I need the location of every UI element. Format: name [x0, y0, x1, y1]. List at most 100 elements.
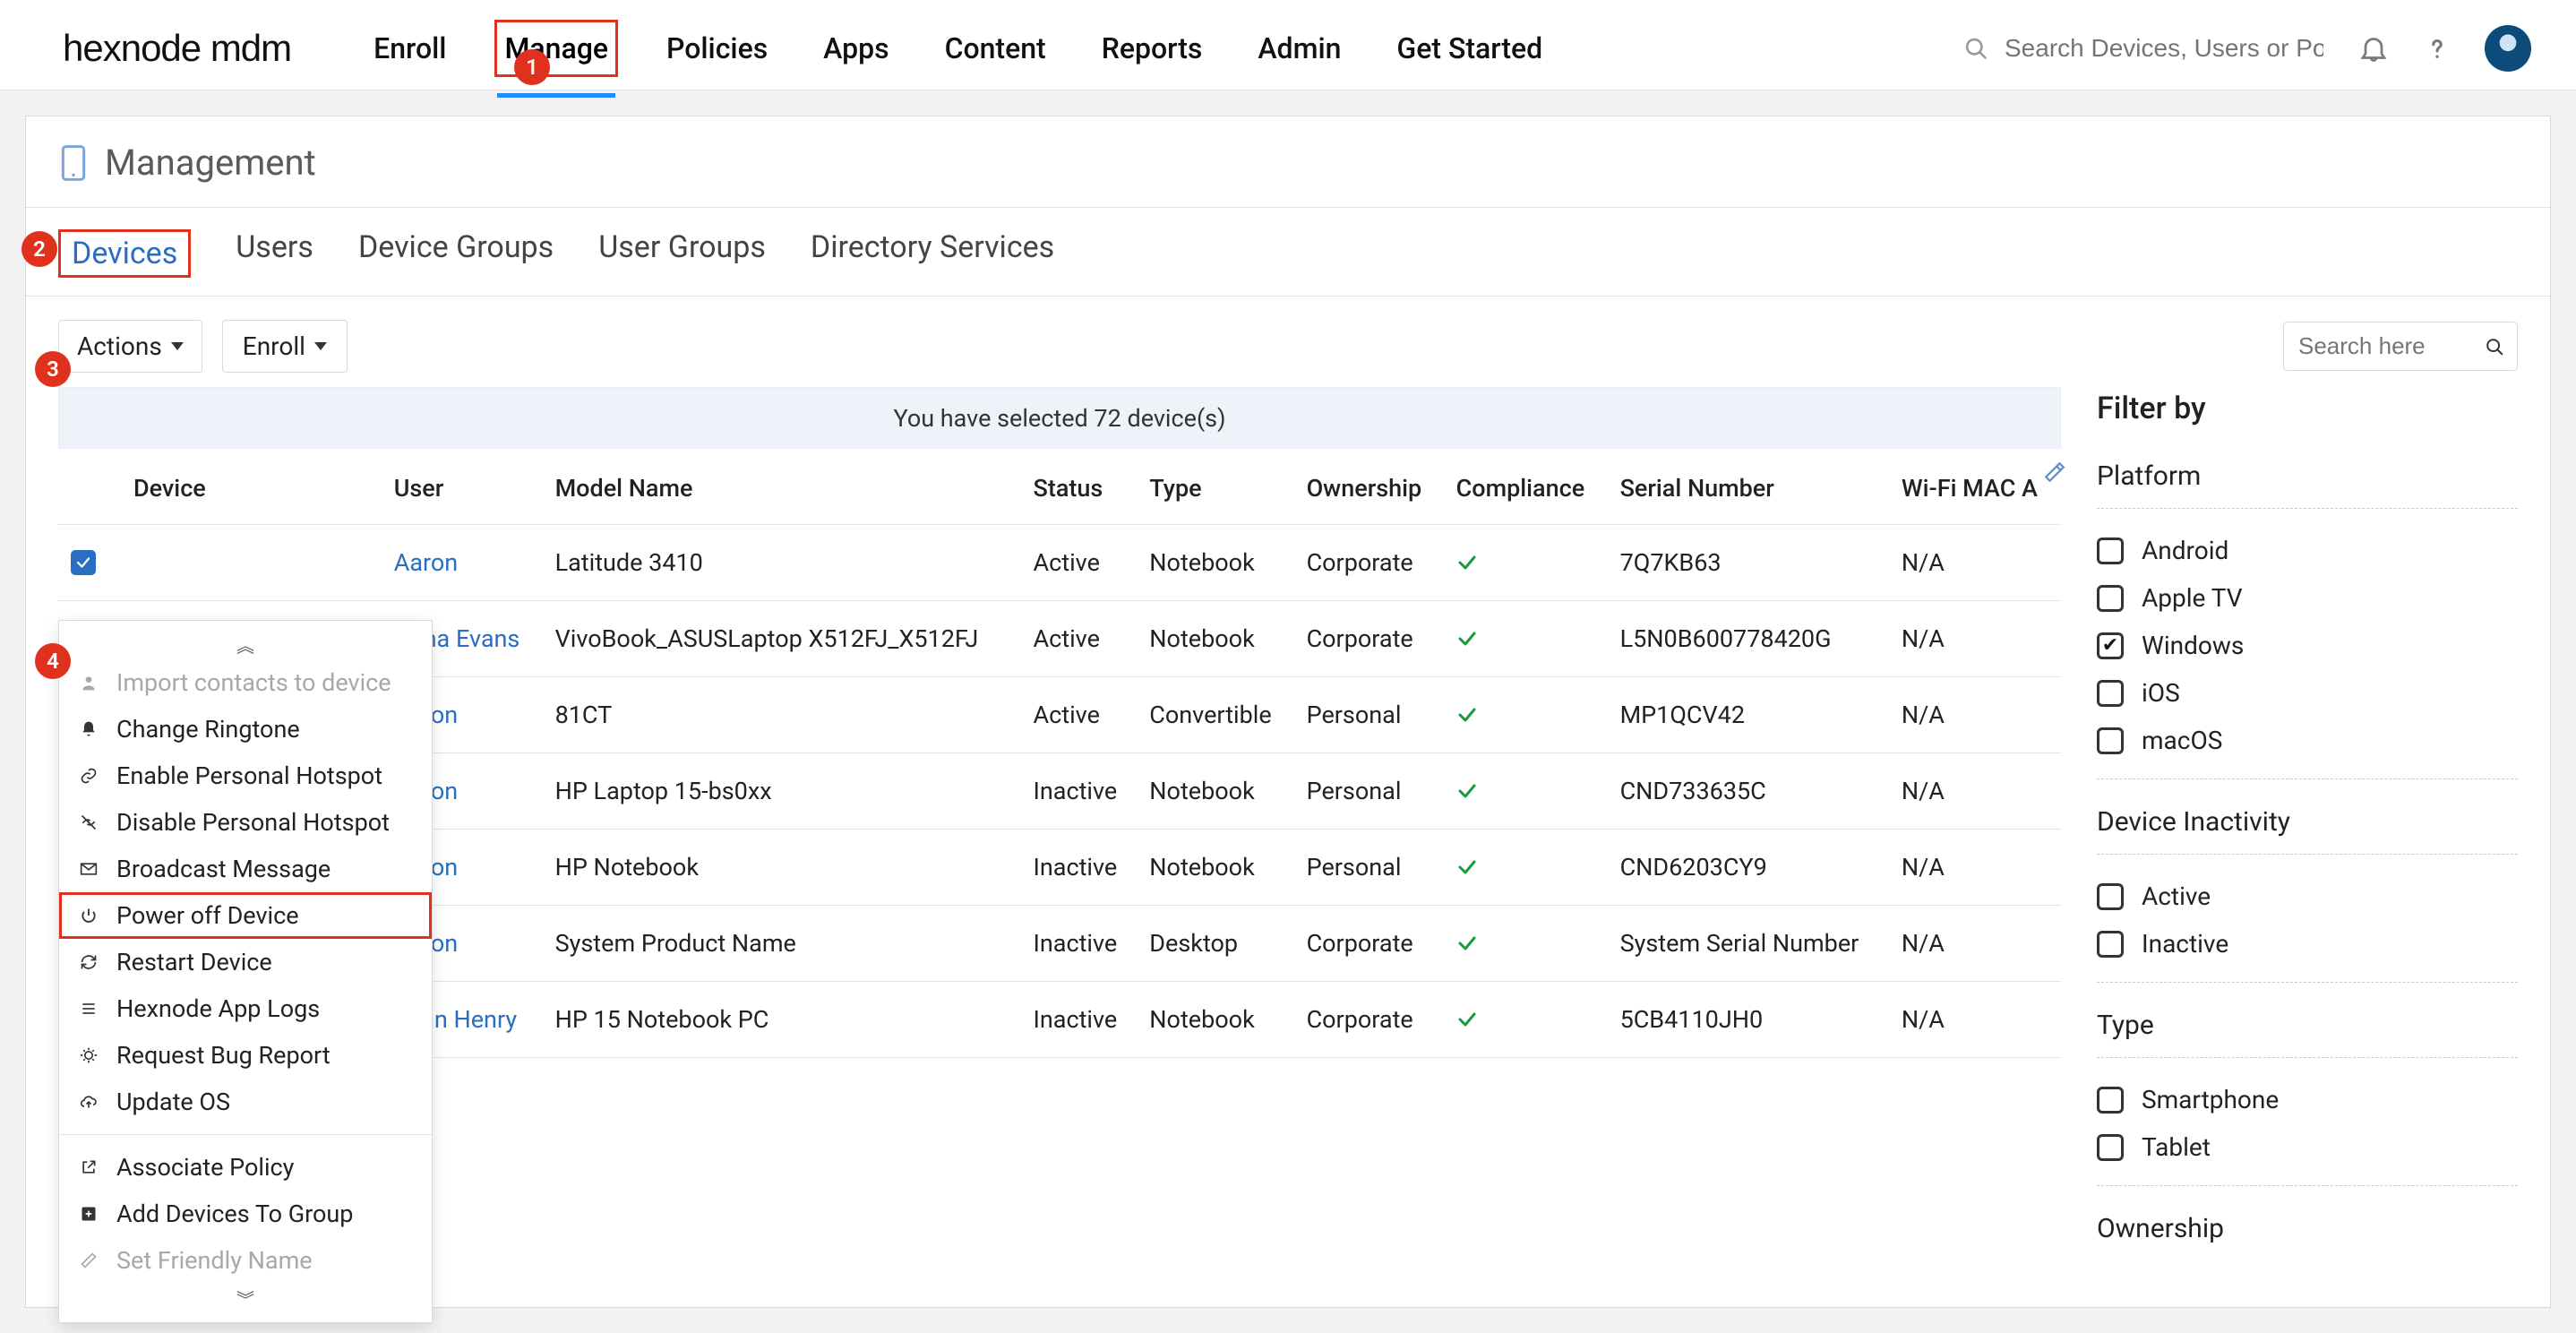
tab-user-groups[interactable]: User Groups: [598, 229, 766, 278]
model-cell: 81CT: [543, 677, 1021, 753]
checkbox-icon[interactable]: [2097, 1134, 2124, 1161]
model-cell: HP Notebook: [543, 830, 1021, 906]
col-Compliance: Compliance: [1444, 449, 1608, 525]
action-broadcast-message[interactable]: Broadcast Message: [59, 846, 432, 892]
status-cell: Inactive: [1021, 830, 1138, 906]
checkbox-icon[interactable]: [2097, 680, 2124, 707]
compliance-cell: [1444, 753, 1608, 830]
nav-enroll[interactable]: Enroll: [366, 22, 453, 74]
type-cell: Desktop: [1137, 906, 1293, 982]
action-enable-personal-hotspot[interactable]: Enable Personal Hotspot: [59, 752, 432, 799]
filter-option-inactive[interactable]: Inactive: [2097, 920, 2518, 968]
action-label: Set Friendly Name: [116, 1246, 414, 1275]
user-link[interactable]: Aaron: [394, 548, 459, 577]
filter-group-title: Ownership: [2097, 1213, 2518, 1244]
ownership-cell: Corporate: [1294, 601, 1444, 677]
scroll-down-icon[interactable]: ︾: [59, 1284, 432, 1313]
action-change-ringtone[interactable]: Change Ringtone: [59, 706, 432, 752]
table-search[interactable]: [2283, 322, 2518, 371]
status-cell: Active: [1021, 677, 1138, 753]
wifi-cell: N/A: [1889, 601, 2061, 677]
edit-columns-icon[interactable]: [2043, 460, 2066, 484]
nav-apps[interactable]: Apps: [816, 22, 896, 74]
table-search-input[interactable]: [2297, 331, 2476, 361]
filter-option-ios[interactable]: iOS: [2097, 669, 2518, 717]
filter-option-label: iOS: [2142, 678, 2180, 708]
actions-button-label: Actions: [77, 331, 162, 361]
action-hexnode-app-logs[interactable]: Hexnode App Logs: [59, 985, 432, 1032]
selection-banner: You have selected 72 device(s): [58, 387, 2061, 449]
filter-group-title: Device Inactivity: [2097, 806, 2518, 838]
serial-cell: 7Q7KB63: [1608, 525, 1889, 601]
callout-1: 1: [514, 49, 550, 85]
nav-get-started[interactable]: Get Started: [1389, 22, 1550, 74]
checkbox-icon[interactable]: [2097, 538, 2124, 564]
actions-button[interactable]: Actions: [58, 320, 202, 373]
action-label: Hexnode App Logs: [116, 994, 414, 1023]
action-associate-policy[interactable]: Associate Policy: [59, 1144, 432, 1191]
checkbox-icon[interactable]: [2097, 727, 2124, 754]
model-cell: Latitude 3410: [543, 525, 1021, 601]
tab-device-groups[interactable]: Device Groups: [358, 229, 554, 278]
plus-square-icon: [77, 1202, 100, 1226]
tab-users[interactable]: Users: [236, 229, 313, 278]
page-panel: 1 2 3 4 Management DevicesUsersDevice Gr…: [25, 116, 2551, 1308]
enroll-button[interactable]: Enroll: [222, 320, 348, 373]
filter-option-label: Android: [2142, 536, 2228, 565]
action-label: Restart Device: [116, 948, 414, 976]
filter-option-android[interactable]: Android: [2097, 527, 2518, 574]
col-Serial Number: Serial Number: [1608, 449, 1889, 525]
wifi-cell: N/A: [1889, 982, 2061, 1058]
global-search[interactable]: [1963, 33, 2325, 64]
filter-option-active[interactable]: Active: [2097, 873, 2518, 920]
checkbox-icon[interactable]: [2097, 931, 2124, 958]
nav-content[interactable]: Content: [938, 22, 1053, 74]
filter-option-label: macOS: [2142, 726, 2222, 755]
action-update-os[interactable]: Update OS: [59, 1079, 432, 1125]
checkbox-icon[interactable]: [2097, 883, 2124, 910]
action-label: Associate Policy: [116, 1153, 414, 1182]
checkbox-icon[interactable]: [2097, 585, 2124, 612]
action-label: Broadcast Message: [116, 855, 414, 883]
action-add-devices-to-group[interactable]: Add Devices To Group: [59, 1191, 432, 1237]
nav-admin[interactable]: Admin: [1250, 22, 1348, 74]
action-label: Update OS: [116, 1088, 414, 1116]
actions-dropdown: ︽ Import contacts to deviceChange Ringto…: [58, 620, 433, 1323]
table-row[interactable]: AaronLatitude 3410ActiveNotebookCorporat…: [58, 525, 2061, 601]
nav-reports[interactable]: Reports: [1095, 22, 1210, 74]
col-checkbox: [58, 449, 121, 525]
filter-option-tablet[interactable]: Tablet: [2097, 1123, 2518, 1171]
filter-option-label: Apple TV: [2142, 583, 2243, 613]
wifi-cell: N/A: [1889, 906, 2061, 982]
type-cell: Notebook: [1137, 753, 1293, 830]
action-disable-personal-hotspot[interactable]: Disable Personal Hotspot: [59, 799, 432, 846]
filter-option-windows[interactable]: Windows: [2097, 622, 2518, 669]
action-request-bug-report[interactable]: Request Bug Report: [59, 1032, 432, 1079]
user-icon: [77, 671, 100, 694]
action-restart-device[interactable]: Restart Device: [59, 939, 432, 985]
scroll-up-icon[interactable]: ︽: [59, 630, 432, 659]
row-checkbox[interactable]: [71, 550, 96, 575]
global-search-input[interactable]: [2003, 33, 2325, 64]
tab-directory-services[interactable]: Directory Services: [811, 229, 1054, 278]
notifications-icon[interactable]: [2357, 32, 2390, 64]
nav-policies[interactable]: Policies: [659, 22, 775, 74]
filter-option-smartphone[interactable]: Smartphone: [2097, 1076, 2518, 1123]
filter-title: Filter by: [2097, 391, 2518, 426]
filter-option-label: Windows: [2142, 631, 2244, 660]
serial-cell: CND6203CY9: [1608, 830, 1889, 906]
status-cell: Active: [1021, 601, 1138, 677]
help-icon[interactable]: [2422, 33, 2452, 64]
model-cell: VivoBook_ASUSLaptop X512FJ_X512FJ: [543, 601, 1021, 677]
action-power-off-device[interactable]: Power off Device: [59, 892, 432, 939]
cloud-up-icon: [77, 1090, 100, 1114]
filter-option-macos[interactable]: macOS: [2097, 717, 2518, 764]
checkbox-icon[interactable]: [2097, 1087, 2124, 1114]
user-avatar[interactable]: [2485, 25, 2531, 72]
tab-devices[interactable]: Devices: [58, 229, 191, 278]
compliance-cell: [1444, 906, 1608, 982]
power-icon: [77, 904, 100, 927]
filter-option-apple-tv[interactable]: Apple TV: [2097, 574, 2518, 622]
wifi-cell: N/A: [1889, 753, 2061, 830]
checkbox-icon[interactable]: [2097, 632, 2124, 659]
